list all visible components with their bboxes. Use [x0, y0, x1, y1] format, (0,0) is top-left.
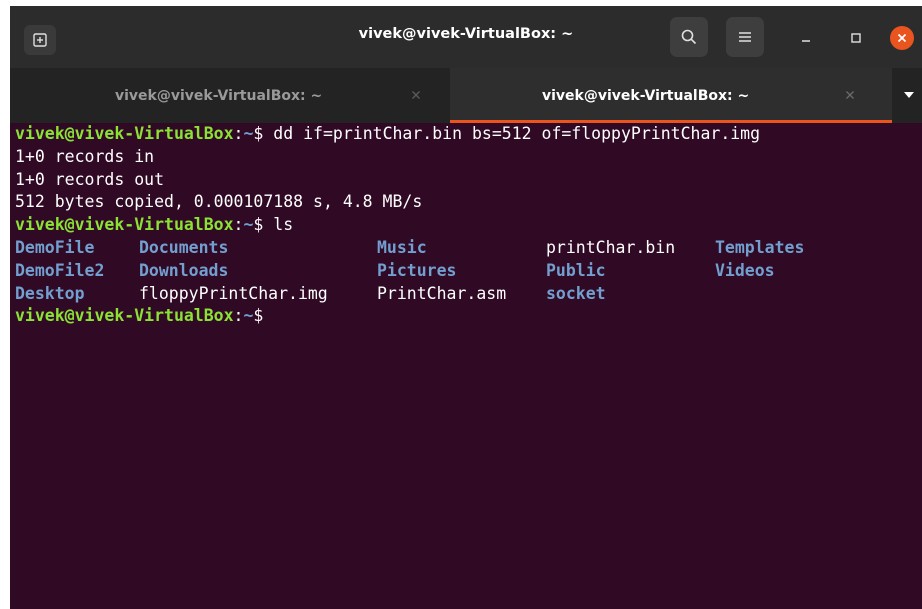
tab-1[interactable]: vivek@vivek-VirtualBox: ~	[10, 68, 450, 123]
tabs-dropdown-button[interactable]	[900, 87, 918, 103]
prompt-path: ~	[243, 306, 254, 326]
ls-entry-dir: Documents	[139, 237, 229, 257]
prompt-separator: :	[233, 215, 244, 235]
window-title: vivek@vivek-VirtualBox: ~	[358, 26, 574, 42]
command-text: ls	[273, 215, 294, 235]
ls-entry-file: floppyPrintChar.img	[139, 283, 328, 303]
close-icon	[897, 33, 907, 43]
tab-close-button[interactable]	[408, 87, 424, 103]
ls-entry-dir: socket	[546, 283, 606, 303]
title-bar[interactable]: vivek@vivek-VirtualBox: ~	[10, 6, 922, 68]
chevron-down-icon	[904, 92, 914, 98]
prompt-user: vivek@vivek-VirtualBox	[15, 124, 234, 143]
tab-label: vivek@vivek-VirtualBox: ~	[542, 88, 750, 104]
tab-2-active[interactable]: vivek@vivek-VirtualBox: ~	[450, 68, 892, 123]
minimize-button[interactable]	[796, 28, 816, 48]
ls-entry-dir: DemoFile2	[15, 260, 105, 280]
output-line: 1+0 records out	[15, 169, 165, 189]
ls-entry-dir: Templates	[715, 237, 805, 257]
hamburger-menu-icon	[739, 32, 751, 42]
search-button[interactable]	[670, 17, 708, 57]
ls-entry-dir: Downloads	[139, 260, 229, 280]
ls-entry-dir: DemoFile	[15, 237, 95, 257]
ls-output-row: DemoFile Documents Music printChar.bin T…	[15, 237, 920, 260]
prompt-symbol: $	[253, 306, 274, 326]
prompt-symbol: $	[253, 215, 274, 235]
prompt-separator: :	[233, 124, 244, 143]
terminal-output[interactable]: vivek@vivek-VirtualBox:~$ dd if=printCha…	[15, 123, 920, 328]
ls-entry-dir: Public	[546, 260, 606, 280]
command-text: dd if=printChar.bin bs=512 of=floppyPrin…	[273, 124, 761, 143]
ls-entry-dir: Music	[377, 237, 427, 257]
prompt-path: ~	[243, 215, 254, 235]
ls-output-row: Desktop floppyPrintChar.img PrintChar.as…	[15, 283, 920, 306]
ls-entry-dir: Desktop	[15, 283, 85, 303]
maximize-icon	[851, 33, 861, 43]
tab-close-icon	[412, 91, 420, 99]
output-line: 1+0 records in	[15, 146, 155, 166]
command-line: vivek@vivek-VirtualBox:~$	[15, 305, 920, 328]
ls-entry-dir: Pictures	[377, 260, 457, 280]
ls-entry-dir: Videos	[715, 260, 775, 280]
tab-label: vivek@vivek-VirtualBox: ~	[115, 88, 323, 104]
tab-bar: vivek@vivek-VirtualBox: ~ vivek@vivek-Vi…	[10, 68, 922, 123]
prompt-symbol: $	[253, 124, 274, 143]
ls-output-row: DemoFile2 Downloads Pictures Public Vide…	[15, 260, 920, 283]
terminal-window: vivek@vivek-VirtualBox: ~ vivek@vivek-Vi…	[10, 6, 922, 609]
menu-button[interactable]	[726, 17, 764, 57]
prompt-path: ~	[243, 124, 254, 143]
command-line: vivek@vivek-VirtualBox:~$ dd if=printCha…	[15, 123, 920, 146]
search-icon	[681, 29, 697, 45]
prompt-separator: :	[233, 306, 244, 326]
output-line: 512 bytes copied, 0.000107188 s, 4.8 MB/…	[15, 192, 423, 212]
prompt-user: vivek@vivek-VirtualBox	[15, 215, 234, 235]
ls-entry-file: PrintChar.asm	[377, 283, 507, 303]
maximize-button[interactable]	[846, 28, 866, 48]
ls-entry-file: printChar.bin	[546, 237, 676, 257]
command-line: vivek@vivek-VirtualBox:~$ ls	[15, 214, 920, 237]
tab-close-icon	[846, 91, 854, 99]
terminal-cursor	[273, 308, 282, 326]
minimize-icon	[802, 40, 810, 42]
tab-close-button[interactable]	[842, 87, 858, 103]
close-button[interactable]	[890, 26, 914, 50]
